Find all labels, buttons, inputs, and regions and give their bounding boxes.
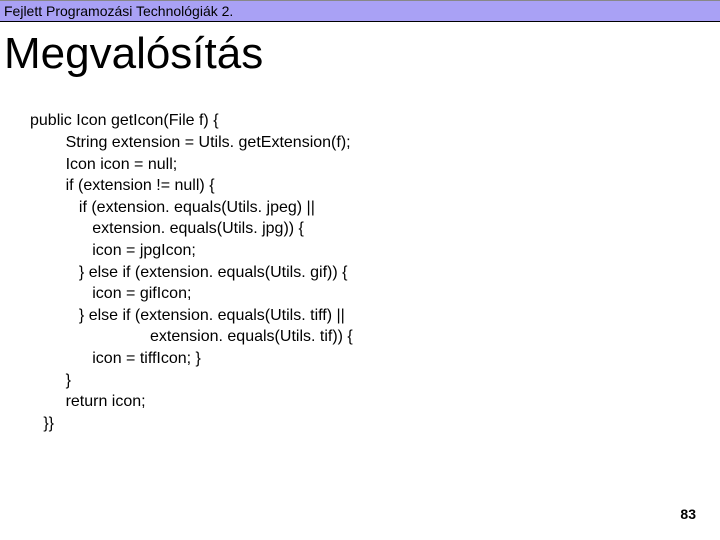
page-number: 83 xyxy=(680,506,696,522)
header-bar: Fejlett Programozási Technológiák 2. xyxy=(0,0,720,22)
code-block: public Icon getIcon(File f) { String ext… xyxy=(0,90,720,434)
course-title: Fejlett Programozási Technológiák 2. xyxy=(4,3,233,19)
slide-title: Megvalósítás xyxy=(0,22,720,90)
